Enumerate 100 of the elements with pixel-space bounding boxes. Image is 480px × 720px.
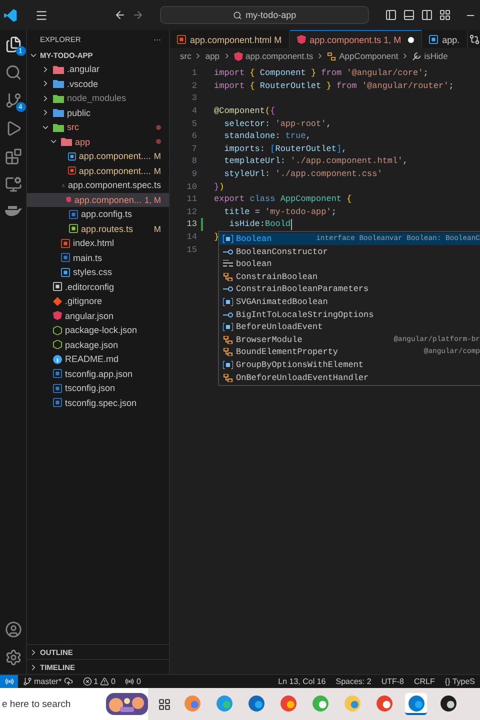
taskbar-search-field[interactable]: e here to search xyxy=(0,688,148,720)
status-item[interactable]: {} TypeS xyxy=(440,677,480,686)
variable-icon xyxy=(223,235,233,244)
editor-tab[interactable]: app.component.ts 1, M xyxy=(290,30,422,48)
problems-status[interactable]: 1 0 xyxy=(78,677,120,686)
search-icon[interactable] xyxy=(4,64,22,81)
variable-icon xyxy=(223,298,233,306)
columns-icon[interactable] xyxy=(421,9,433,21)
file-item[interactable]: styles.css xyxy=(27,265,169,280)
file-item[interactable]: app.routes.ts M xyxy=(27,222,169,236)
file-item[interactable]: package.json xyxy=(27,338,169,352)
breadcrumb-item[interactable]: AppComponent xyxy=(339,51,398,61)
file-name: app.componen... xyxy=(74,194,142,205)
folder-item[interactable]: public xyxy=(27,106,169,120)
ports-status[interactable]: 0 xyxy=(120,677,146,686)
file-name: tsconfig.json xyxy=(65,383,116,394)
file-item[interactable]: README.md xyxy=(27,352,169,366)
warning-icon xyxy=(100,677,110,686)
suggestion-label: BoundElementProperty xyxy=(236,347,338,358)
line-number: 1 xyxy=(190,68,198,78)
suggestion-item[interactable]: boolean xyxy=(219,258,480,271)
folder-item[interactable]: src xyxy=(27,120,169,134)
suggestion-label: BrowserModule xyxy=(236,334,302,345)
file-item[interactable]: angular.json xyxy=(27,308,169,323)
back-icon[interactable] xyxy=(114,9,126,21)
line-number: 11 xyxy=(186,194,198,204)
branch-status[interactable]: master* xyxy=(18,677,78,686)
file-item[interactable]: app.componen... 1, M xyxy=(27,192,169,207)
folder-item[interactable]: .angular xyxy=(27,62,169,76)
suggestion-item[interactable]: ConstrainBoolean xyxy=(219,270,480,284)
file-name: main.ts xyxy=(73,252,102,263)
breadcrumb-item[interactable]: app.component.ts xyxy=(246,51,314,61)
menu-icon[interactable] xyxy=(34,8,48,22)
line-number: 2 xyxy=(190,80,198,91)
extensions-icon[interactable] xyxy=(4,148,22,165)
layout-icon[interactable] xyxy=(439,9,451,21)
angular-icon xyxy=(53,311,62,320)
status-item[interactable]: CRLF xyxy=(409,677,440,686)
file-name: index.html xyxy=(73,238,114,248)
suggestion-label: Boolean xyxy=(236,234,272,244)
file-name: .editorconfig xyxy=(65,282,114,292)
file-item[interactable]: .editorconfig xyxy=(27,280,169,294)
settings-icon[interactable] xyxy=(4,649,22,666)
line-number: 14 xyxy=(186,232,198,242)
class-icon xyxy=(327,52,336,60)
breadcrumb-item[interactable]: isHide xyxy=(424,51,448,61)
panel-bottom-icon[interactable] xyxy=(403,9,415,21)
breadcrumb-item[interactable]: src xyxy=(180,51,192,61)
file-item[interactable]: tsconfig.app.json xyxy=(27,366,169,381)
suggestion-item[interactable]: ConstrainBooleanParameters xyxy=(219,283,480,296)
status-item[interactable]: Ln 13, Col 16 xyxy=(273,677,331,686)
suggestion-label: SVGAnimatedBoolean xyxy=(236,297,328,308)
antenna-icon xyxy=(125,677,134,686)
suggestion-label: boolean xyxy=(236,259,272,270)
remote-button[interactable] xyxy=(0,675,18,688)
compare-icon[interactable] xyxy=(469,34,480,44)
status-item[interactable]: Spaces: 2 xyxy=(330,677,376,686)
text-cursor xyxy=(290,218,292,230)
suggestion-label: GroupByOptionsWithElement xyxy=(236,360,364,370)
file-item[interactable]: tsconfig.spec.json xyxy=(27,396,169,410)
whale-icon[interactable] xyxy=(4,204,22,216)
suggestion-item[interactable]: OnBeforeUnloadEventHandler xyxy=(219,371,480,384)
line-number: 13 xyxy=(186,219,198,230)
suggestion-item[interactable]: SVGAnimatedBoolean xyxy=(219,296,480,308)
account-icon[interactable] xyxy=(4,621,22,638)
file-item[interactable]: app.component.... M xyxy=(27,149,169,164)
line-number: 8 xyxy=(190,156,198,166)
file-name: angular.json xyxy=(65,310,114,321)
folder-item[interactable]: app xyxy=(27,134,169,149)
file-item[interactable]: index.html xyxy=(27,236,169,250)
file-item[interactable]: app.component.spec.ts xyxy=(27,178,169,192)
folder-item[interactable]: .vscode xyxy=(27,76,169,91)
search-field[interactable]: my-todo-app xyxy=(160,6,369,24)
file-item[interactable]: app.component.... M xyxy=(27,164,169,178)
folder-item[interactable]: node_modules xyxy=(27,91,169,106)
warning-count: 0 xyxy=(111,677,116,686)
forward-icon[interactable] xyxy=(132,9,144,21)
folder-icon xyxy=(53,79,64,88)
suggestion-item[interactable]: BooleanConstructor xyxy=(219,245,480,258)
code-line: import { RouterOutlet } from '@angular/router'; xyxy=(214,80,454,91)
remote-explorer-icon[interactable] xyxy=(4,176,22,193)
folder-name: public xyxy=(67,108,91,118)
remote-icon xyxy=(4,677,14,686)
cloud-icon xyxy=(64,677,73,686)
line-number: 15 xyxy=(186,244,198,255)
suggestion-item[interactable]: BeforeUnloadEvent xyxy=(219,320,480,334)
task-view-icon[interactable] xyxy=(158,698,171,710)
suggestion-item[interactable]: BigIntToLocaleStringOptions xyxy=(219,308,480,321)
file-item[interactable]: .gitignore xyxy=(27,294,169,308)
suggestion-item[interactable]: GroupByOptionsWithElement xyxy=(219,358,480,372)
file-item[interactable]: main.ts xyxy=(27,250,169,265)
file-item[interactable]: package-lock.json xyxy=(27,323,169,338)
taskbar-app-icon[interactable] xyxy=(405,693,427,715)
logo-icon xyxy=(4,8,17,22)
folder-icon xyxy=(61,137,72,146)
panel-left-icon[interactable] xyxy=(385,9,397,21)
file-item[interactable]: app.config.ts xyxy=(27,207,169,222)
file-item[interactable]: tsconfig.json xyxy=(27,381,169,396)
status-item[interactable]: UTF-8 xyxy=(376,677,409,686)
breadcrumb-item[interactable]: app xyxy=(205,51,220,61)
